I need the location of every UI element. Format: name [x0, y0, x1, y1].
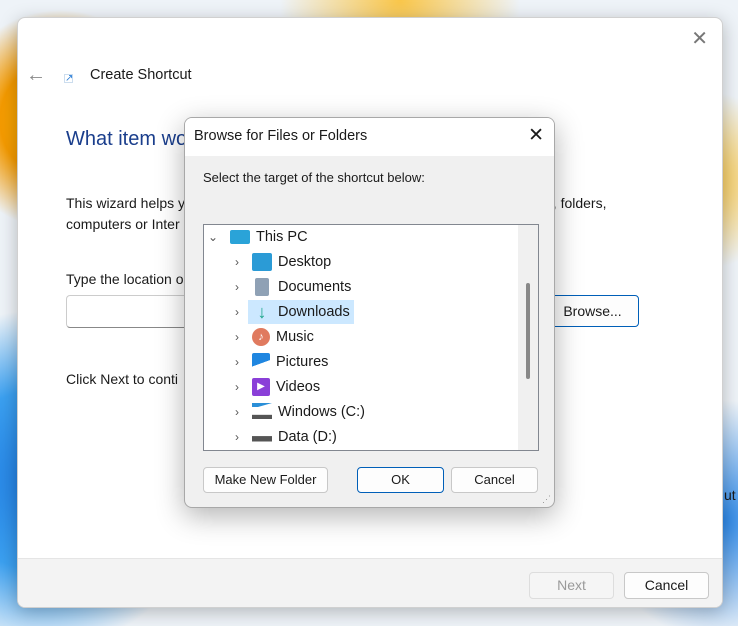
tree-item-videos[interactable]: › ▶ Videos [230, 375, 320, 399]
download-icon: ↓ [257, 302, 267, 322]
tree-item-label: Music [276, 329, 314, 345]
description-line2: computers or Inter [66, 216, 180, 232]
tree-item-desktop[interactable]: › Desktop [230, 250, 331, 274]
dialog-titlebar: Browse for Files or Folders ✕ [185, 118, 554, 156]
tree-item-label: Pictures [276, 354, 329, 370]
page-heading: What item wo [66, 128, 188, 150]
wizard-cancel-button[interactable]: Cancel [624, 572, 709, 599]
make-new-folder-button[interactable]: Make New Folder [203, 467, 328, 493]
chevron-right-icon[interactable]: › [230, 380, 244, 394]
drive-d-icon [252, 428, 272, 446]
tree-item-label: Data (D:) [278, 429, 337, 445]
videos-icon: ▶ [252, 378, 270, 396]
tree-item-documents[interactable]: › Documents [230, 275, 351, 299]
chevron-right-icon[interactable]: › [230, 255, 244, 269]
desktop-icon [252, 253, 272, 271]
dialog-title: Browse for Files or Folders [194, 128, 368, 144]
wizard-title: Create Shortcut [90, 67, 192, 83]
folder-tree[interactable]: ⌄ This PC › Desktop › Documents › ↓ Downloads… [203, 224, 539, 451]
dialog-close-icon[interactable]: ✕ [528, 124, 544, 147]
back-arrow-icon[interactable]: ← [26, 64, 46, 87]
chevron-right-icon[interactable]: › [230, 355, 244, 369]
background-text: ut [724, 487, 736, 503]
chevron-right-icon[interactable]: › [230, 280, 244, 294]
tree-item-this-pc[interactable]: ⌄ This PC [206, 225, 308, 249]
drive-c-icon [252, 403, 272, 421]
chevron-right-icon[interactable]: › [230, 305, 244, 319]
location-label: Type the location o [66, 271, 184, 287]
tree-item-pictures[interactable]: › Pictures [230, 350, 328, 374]
resize-grip-icon[interactable]: ⋰ [542, 494, 551, 505]
tree-scrollbar[interactable] [518, 225, 538, 450]
description-line1: This wizard helps y [66, 195, 186, 211]
chevron-right-icon[interactable]: › [230, 430, 244, 444]
tree-item-label: Videos [276, 379, 321, 395]
ok-button[interactable]: OK [357, 467, 444, 493]
monitor-icon [230, 230, 250, 244]
tree-item-windows-c[interactable]: › Windows (C:) [230, 400, 365, 424]
tree-item-label: This PC [256, 229, 308, 245]
chevron-down-icon[interactable]: ⌄ [206, 230, 220, 244]
continue-text: Click Next to conti [66, 371, 179, 387]
wizard-footer: Next Cancel [18, 558, 722, 607]
pictures-icon [252, 353, 270, 371]
shortcut-icon: ↗ [64, 73, 74, 84]
tree-item-label: Downloads [278, 304, 350, 320]
music-icon: ♪ [252, 328, 270, 346]
tree-item-music[interactable]: › ♪ Music [230, 325, 314, 349]
tree-item-downloads[interactable]: › ↓ Downloads [230, 300, 354, 324]
tree-item-label: Desktop [278, 254, 332, 270]
next-button[interactable]: Next [529, 572, 614, 599]
browse-dialog: Browse for Files or Folders ✕ Select the… [184, 117, 555, 508]
chevron-right-icon[interactable]: › [230, 405, 244, 419]
tree-item-label: Documents [278, 279, 352, 295]
dialog-instruction: Select the target of the shortcut below: [203, 170, 425, 185]
scrollbar-thumb[interactable] [526, 283, 530, 379]
browse-button[interactable]: Browse... [546, 295, 639, 327]
close-icon[interactable]: ✕ [691, 26, 708, 51]
chevron-right-icon[interactable]: › [230, 330, 244, 344]
dialog-cancel-button[interactable]: Cancel [451, 467, 538, 493]
tree-item-label: Windows (C:) [278, 404, 366, 420]
tree-item-data-d[interactable]: › Data (D:) [230, 425, 337, 449]
documents-icon [255, 278, 269, 296]
